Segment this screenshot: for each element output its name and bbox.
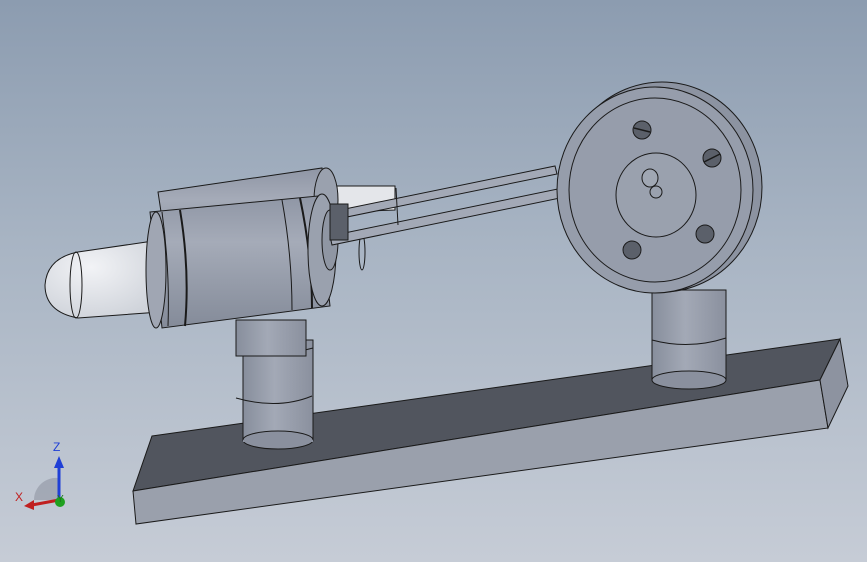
stirling-engine-model[interactable] <box>0 0 867 562</box>
flywheel[interactable] <box>556 81 763 294</box>
left-support-post[interactable] <box>235 319 314 450</box>
right-support-post[interactable] <box>651 289 727 390</box>
base-plate[interactable] <box>132 337 849 525</box>
x-axis-label: X <box>15 490 24 504</box>
y-axis-label: Y <box>57 494 64 505</box>
triad-arrows-icon <box>24 456 65 510</box>
z-axis-label: Z <box>53 440 61 454</box>
coordinate-triad: Z X Y <box>12 438 72 518</box>
cad-viewport[interactable]: Z X Y <box>0 0 867 562</box>
